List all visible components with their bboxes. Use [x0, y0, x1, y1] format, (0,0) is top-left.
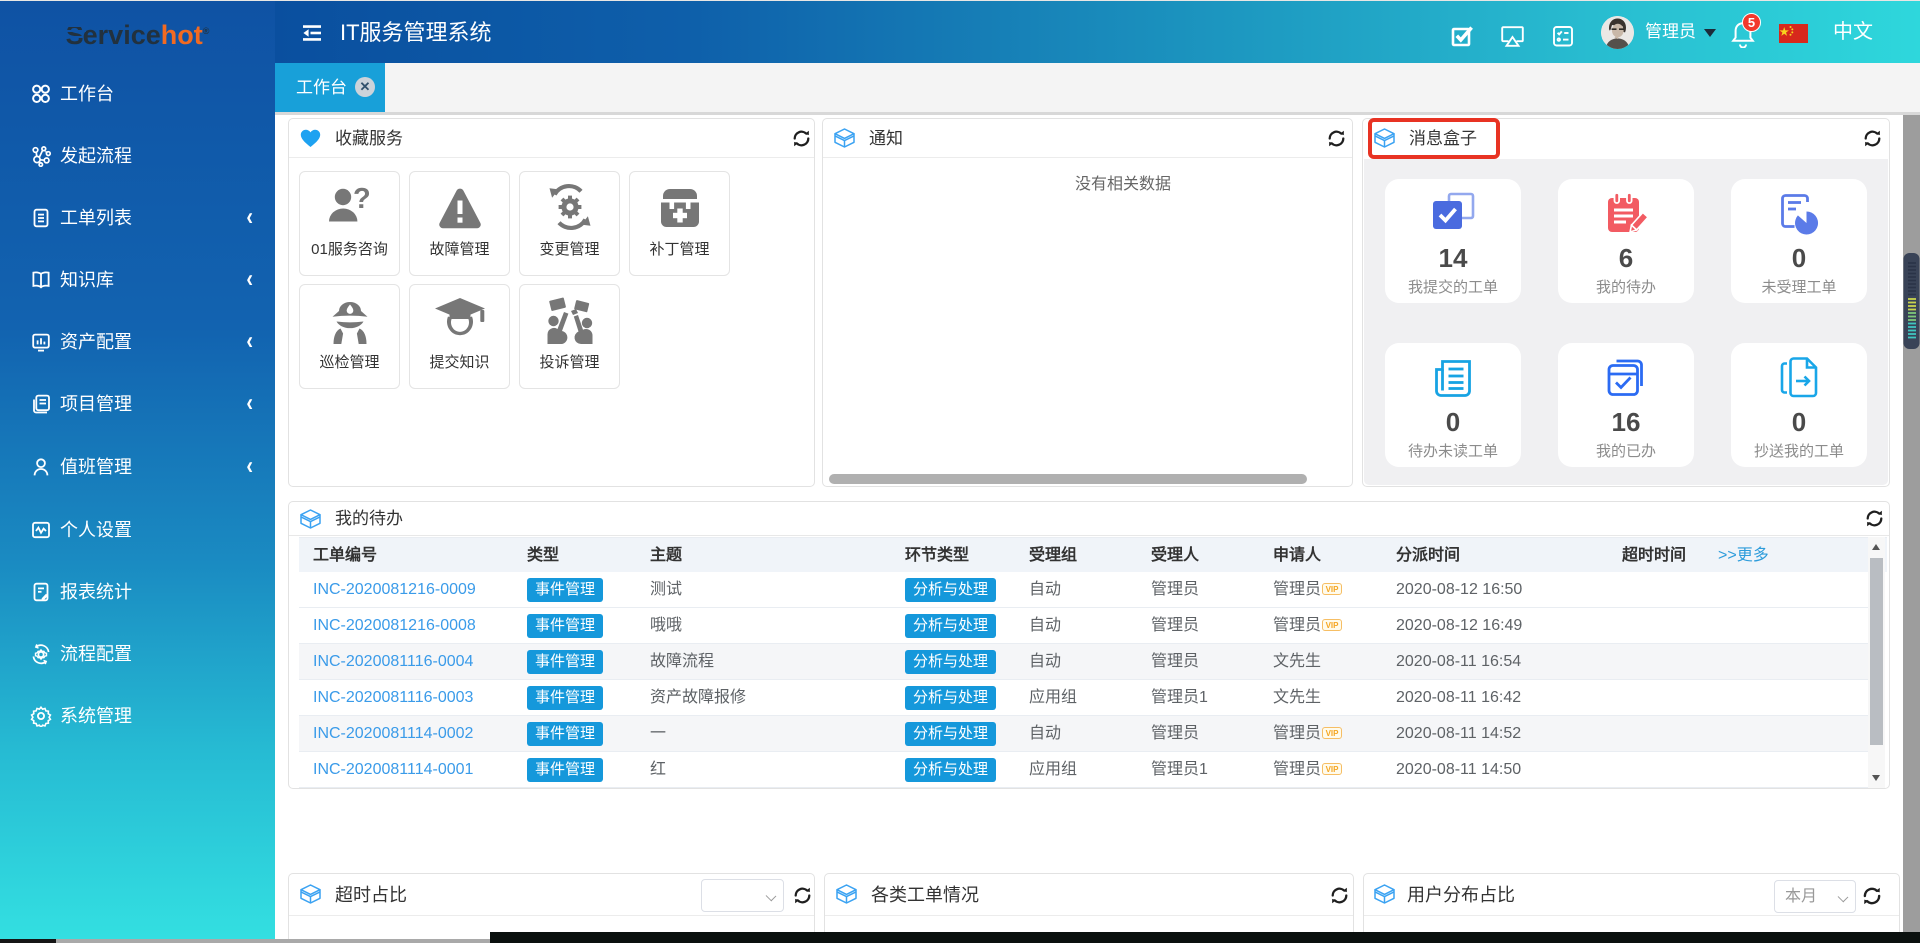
svg-text:?: ? — [353, 183, 371, 215]
